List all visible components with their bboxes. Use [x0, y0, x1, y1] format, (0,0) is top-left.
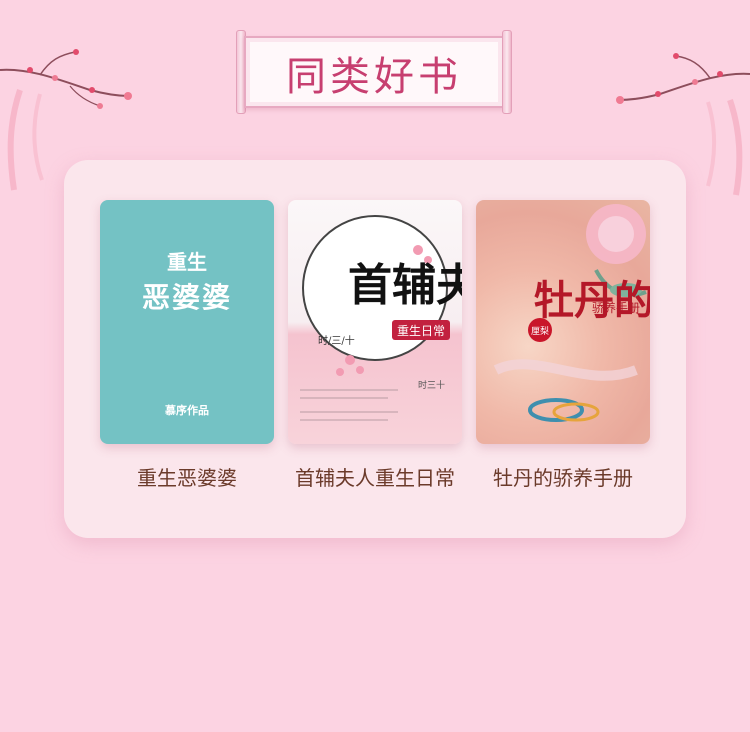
cover-title-line2: 恶婆婆 [141, 281, 232, 314]
cover-author: 时/三/十 [318, 334, 355, 347]
book-title[interactable]: 首辅夫人重生日常 [288, 462, 462, 491]
cover-title-line1: 重生 [167, 250, 207, 274]
section-title: 同类好书 [286, 54, 462, 100]
book-cover[interactable]: 牡丹的 厘梨 骄养手册 [476, 200, 650, 444]
cover-subtitle: 骄养手册 [592, 300, 640, 315]
section-header-banner: 同类好书 [226, 26, 522, 118]
similar-books-panel: 重生 恶婆婆 慕序作品 重生恶婆婆 首辅夫人 重生日常 时/三/十 时三十 首辅… [64, 160, 686, 538]
book-card[interactable]: 重生 恶婆婆 慕序作品 重生恶婆婆 [100, 200, 274, 491]
book-cover[interactable]: 重生 恶婆婆 慕序作品 [100, 200, 274, 444]
cover-calligraphy: 首辅夫人 [348, 260, 462, 311]
cover-author-side: 时三十 [418, 379, 445, 391]
cover-artwork: 牡丹的 厘梨 骄养手册 [493, 204, 650, 422]
cover-seal: 厘梨 [531, 325, 549, 337]
book-title[interactable]: 重生恶婆婆 [100, 462, 274, 491]
cover-artwork: 首辅夫人 重生日常 时/三/十 时三十 [300, 215, 462, 421]
cover-author: 慕序作品 [165, 404, 209, 417]
book-cover[interactable]: 首辅夫人 重生日常 时/三/十 时三十 [288, 200, 462, 444]
book-card[interactable]: 首辅夫人 重生日常 时/三/十 时三十 首辅夫人重生日常 [288, 200, 462, 491]
book-title[interactable]: 牡丹的骄养手册 [476, 462, 650, 491]
cover-subtitle: 重生日常 [397, 324, 445, 338]
book-card[interactable]: 牡丹的 厘梨 骄养手册 牡丹的骄养手册 [476, 200, 650, 491]
